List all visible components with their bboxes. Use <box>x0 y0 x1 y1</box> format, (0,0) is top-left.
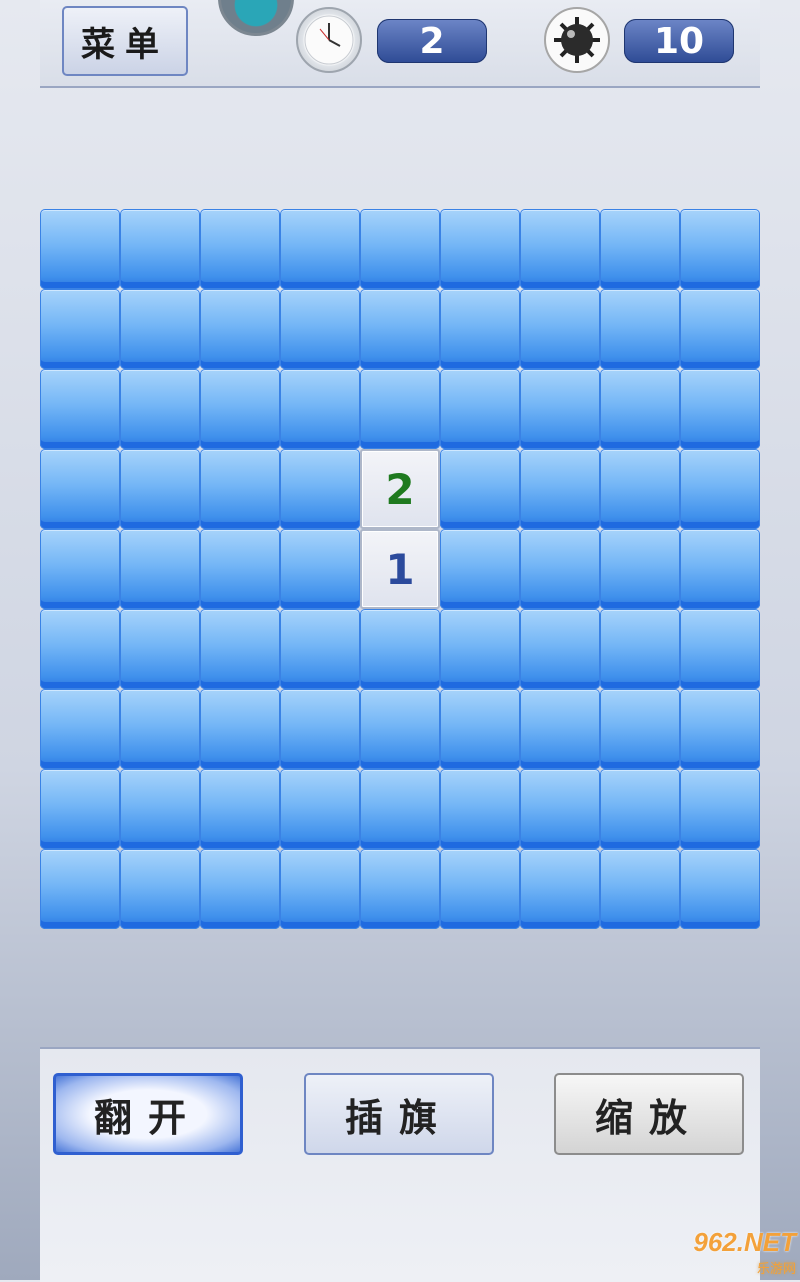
covered-cell[interactable] <box>600 369 680 449</box>
covered-cell[interactable] <box>40 289 120 369</box>
covered-cell[interactable] <box>280 449 360 529</box>
covered-cell[interactable] <box>680 689 760 769</box>
covered-cell[interactable] <box>520 609 600 689</box>
covered-cell[interactable] <box>680 609 760 689</box>
covered-cell[interactable] <box>40 769 120 849</box>
covered-cell[interactable] <box>360 769 440 849</box>
covered-cell[interactable] <box>680 529 760 609</box>
cell-number: 1 <box>385 544 415 594</box>
covered-cell[interactable] <box>200 209 280 289</box>
covered-cell[interactable] <box>120 769 200 849</box>
covered-cell[interactable] <box>280 289 360 369</box>
covered-cell[interactable] <box>600 209 680 289</box>
covered-cell[interactable] <box>120 369 200 449</box>
covered-cell[interactable] <box>40 609 120 689</box>
covered-cell[interactable] <box>520 369 600 449</box>
covered-cell[interactable] <box>40 209 120 289</box>
covered-cell[interactable] <box>360 209 440 289</box>
covered-cell[interactable] <box>280 529 360 609</box>
covered-cell[interactable] <box>40 529 120 609</box>
revealed-cell[interactable]: 1 <box>360 529 440 609</box>
covered-cell[interactable] <box>360 689 440 769</box>
revealed-cell[interactable]: 2 <box>360 449 440 529</box>
covered-cell[interactable] <box>120 209 200 289</box>
covered-cell[interactable] <box>120 609 200 689</box>
covered-cell[interactable] <box>680 209 760 289</box>
covered-cell[interactable] <box>120 289 200 369</box>
covered-cell[interactable] <box>680 769 760 849</box>
covered-cell[interactable] <box>40 849 120 929</box>
covered-cell[interactable] <box>200 769 280 849</box>
covered-cell[interactable] <box>280 769 360 849</box>
covered-cell[interactable] <box>120 849 200 929</box>
covered-cell[interactable] <box>440 849 520 929</box>
covered-cell[interactable] <box>520 769 600 849</box>
covered-cell[interactable] <box>520 449 600 529</box>
covered-cell[interactable] <box>200 849 280 929</box>
covered-cell[interactable] <box>200 529 280 609</box>
covered-cell[interactable] <box>280 849 360 929</box>
timer-display: 2 <box>377 19 487 63</box>
covered-cell[interactable] <box>680 289 760 369</box>
covered-cell[interactable] <box>600 689 680 769</box>
covered-cell[interactable] <box>440 209 520 289</box>
covered-cell[interactable] <box>440 289 520 369</box>
reveal-button[interactable]: 翻开 <box>53 1073 243 1155</box>
covered-cell[interactable] <box>680 849 760 929</box>
covered-cell[interactable] <box>360 849 440 929</box>
covered-cell[interactable] <box>40 689 120 769</box>
covered-cell[interactable] <box>520 529 600 609</box>
covered-cell[interactable] <box>600 529 680 609</box>
covered-cell[interactable] <box>200 369 280 449</box>
covered-cell[interactable] <box>360 289 440 369</box>
covered-cell[interactable] <box>280 609 360 689</box>
covered-cell[interactable] <box>200 449 280 529</box>
covered-cell[interactable] <box>40 369 120 449</box>
covered-cell[interactable] <box>440 689 520 769</box>
covered-cell[interactable] <box>600 609 680 689</box>
covered-cell[interactable] <box>280 689 360 769</box>
covered-cell[interactable] <box>600 449 680 529</box>
covered-cell[interactable] <box>600 769 680 849</box>
covered-cell[interactable] <box>120 449 200 529</box>
covered-cell[interactable] <box>440 529 520 609</box>
covered-cell[interactable] <box>280 209 360 289</box>
covered-cell[interactable] <box>200 609 280 689</box>
cell-number: 2 <box>385 464 415 514</box>
covered-cell[interactable] <box>440 609 520 689</box>
covered-cell[interactable] <box>440 449 520 529</box>
covered-cell[interactable] <box>360 609 440 689</box>
zoom-button[interactable]: 缩放 <box>554 1073 744 1155</box>
mine-icon <box>544 7 610 73</box>
covered-cell[interactable] <box>200 689 280 769</box>
covered-cell[interactable] <box>600 289 680 369</box>
watermark-brand: 962.NET <box>693 1227 796 1257</box>
covered-cell[interactable] <box>520 289 600 369</box>
covered-cell[interactable] <box>280 369 360 449</box>
watermark-logo: 962.NET 乐游网 <box>660 1227 796 1276</box>
covered-cell[interactable] <box>120 689 200 769</box>
covered-cell[interactable] <box>440 769 520 849</box>
menu-button[interactable]: 菜单 <box>62 6 188 76</box>
covered-cell[interactable] <box>680 449 760 529</box>
covered-cell[interactable] <box>520 689 600 769</box>
covered-cell[interactable] <box>600 849 680 929</box>
covered-cell[interactable] <box>680 369 760 449</box>
minefield-grid: 21 <box>40 209 760 929</box>
covered-cell[interactable] <box>120 529 200 609</box>
flag-button[interactable]: 插旗 <box>304 1073 494 1155</box>
covered-cell[interactable] <box>440 369 520 449</box>
clock-icon <box>296 7 362 73</box>
covered-cell[interactable] <box>40 449 120 529</box>
covered-cell[interactable] <box>520 209 600 289</box>
covered-cell[interactable] <box>520 849 600 929</box>
covered-cell[interactable] <box>360 369 440 449</box>
mines-counter: 10 <box>624 19 734 63</box>
watermark-subtitle: 乐游网 <box>756 1261 796 1276</box>
covered-cell[interactable] <box>200 289 280 369</box>
